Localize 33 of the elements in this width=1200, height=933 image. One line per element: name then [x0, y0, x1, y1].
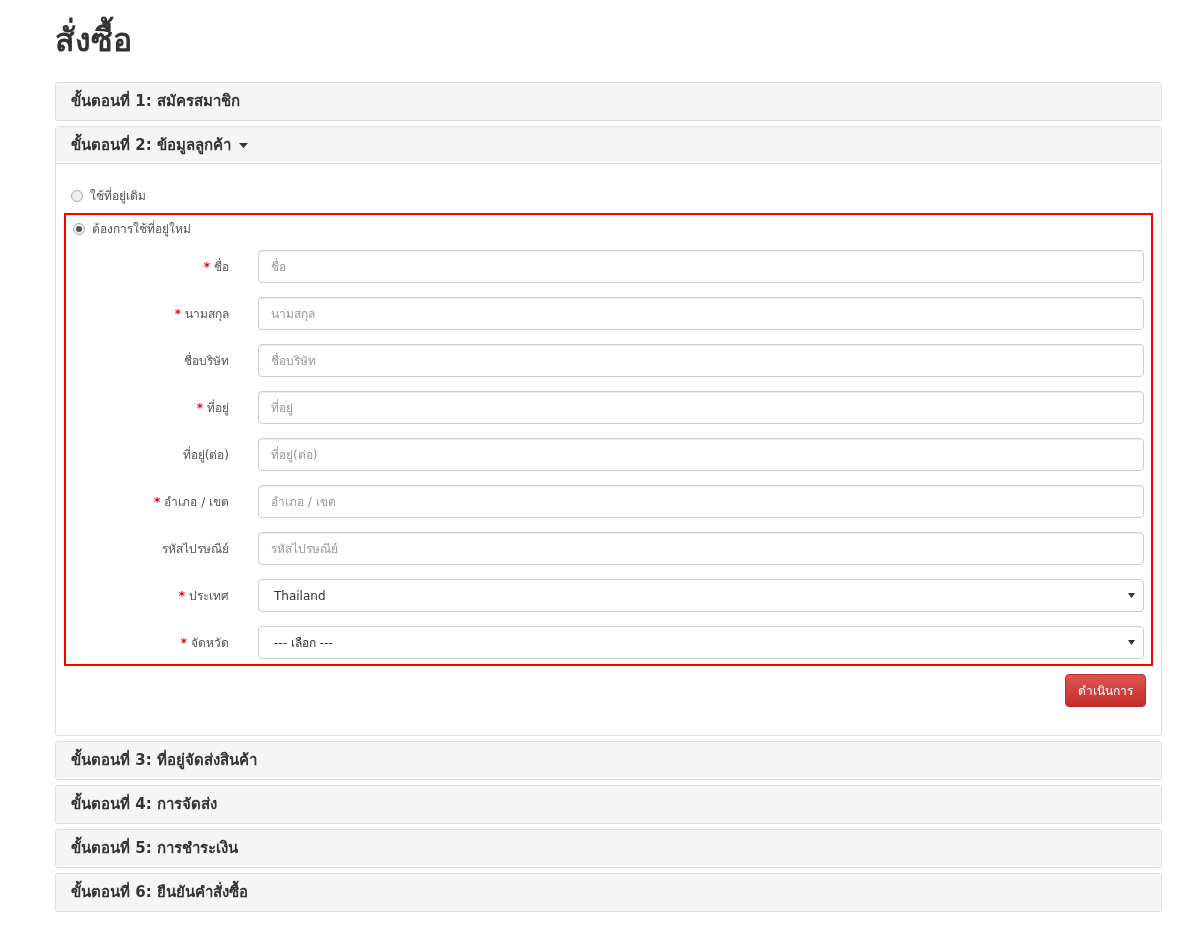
input-field[interactable]: ชื่อบริษัท	[258, 344, 1144, 377]
field-label: * ชื่อ	[203, 257, 229, 276]
field-label: * ที่อยู่	[196, 398, 229, 417]
field-label: รหัสไปรษณีย์	[162, 540, 229, 558]
radio-label[interactable]: ใช้ที่อยู่เดิม	[90, 187, 146, 205]
caret-icon	[238, 142, 248, 148]
radio-button[interactable]	[71, 190, 83, 202]
field-label: * นามสกุล	[174, 305, 229, 323]
dropdown[interactable]: --- เลือก ---	[258, 626, 1144, 659]
input-field[interactable]: ที่อยู่(ต่อ)	[258, 438, 1144, 471]
input-field[interactable]: ชื่อ	[258, 250, 1144, 283]
radio-button[interactable]	[73, 223, 85, 235]
dropdown[interactable]: Thailand	[258, 579, 1144, 612]
step-header[interactable]: ขั้นตอนที่ 6: ยืนยันคำสั่งซื้อ	[56, 874, 1161, 911]
step-header[interactable]: ขั้นตอนที่ 5: การชำระเงิน	[56, 830, 1161, 867]
submit-button[interactable]: ดำเนินการ	[1065, 674, 1146, 707]
step-header[interactable]: ขั้นตอนที่ 4: การจัดส่ง	[56, 786, 1161, 823]
page-title: สั่งซื้อ	[55, 18, 1162, 62]
step-header[interactable]: ขั้นตอนที่ 2: ข้อมูลลูกค้า	[56, 127, 1161, 164]
dropdown-arrow-icon	[1128, 593, 1135, 598]
input-field[interactable]: อำเภอ / เขต	[258, 485, 1144, 518]
field-label: * ประเทศ	[178, 587, 229, 605]
step-header[interactable]: ขั้นตอนที่ 3: ที่อยู่จัดส่งสินค้า	[56, 742, 1161, 779]
step-header[interactable]: ขั้นตอนที่ 1: สมัครสมาชิก	[56, 83, 1161, 120]
input-field[interactable]: รหัสไปรษณีย์	[258, 532, 1144, 565]
input-field[interactable]: นามสกุล	[258, 297, 1144, 330]
input-field[interactable]: ที่อยู่	[258, 391, 1144, 424]
field-label: ชื่อบริษัท	[184, 351, 229, 370]
radio-label[interactable]: ต้องการใช้ที่อยู่ใหม่	[92, 220, 191, 238]
field-label: * อำเภอ / เขต	[154, 493, 229, 511]
field-label: * จัดหวัด	[180, 634, 229, 652]
field-label: ที่อยู่(ต่อ)	[182, 445, 229, 464]
dropdown-arrow-icon	[1128, 640, 1135, 645]
